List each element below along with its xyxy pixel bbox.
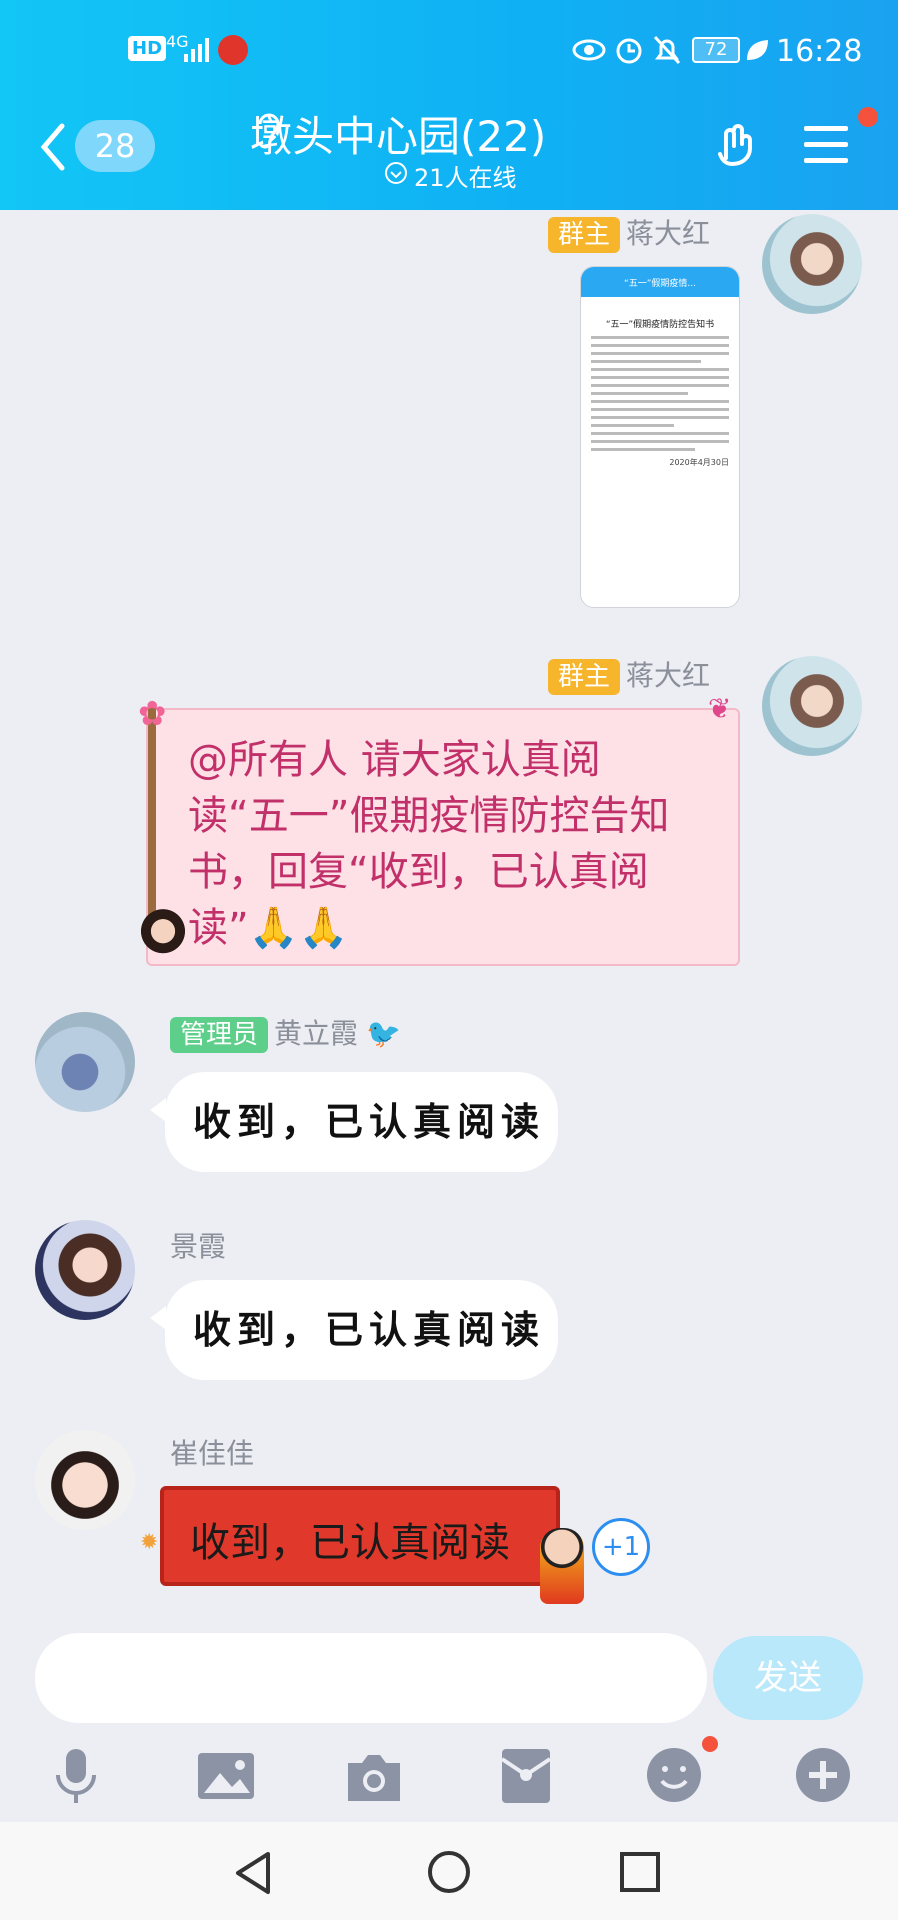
eye-icon: [572, 39, 606, 61]
avatar[interactable]: [762, 214, 862, 314]
emoji-notification-dot: [702, 1736, 718, 1752]
mic-icon[interactable]: [46, 1745, 106, 1805]
alarm-icon: [616, 38, 642, 64]
avatar[interactable]: [35, 1220, 135, 1320]
scroll-rod: [148, 702, 156, 922]
sticker-figure: [540, 1528, 584, 1604]
online-status-icon: [385, 162, 407, 184]
nav-home-icon[interactable]: [426, 1849, 472, 1895]
scroll-bubble[interactable]: 收到，已认真阅读: [160, 1486, 560, 1586]
camera-icon[interactable]: [344, 1745, 404, 1805]
sender-name: 黄立霞: [274, 1017, 359, 1050]
sender-line: 群主 蒋大红: [548, 212, 710, 253]
system-nav-bar: [0, 1822, 898, 1920]
image-doc-date: 2020年4月30日: [669, 458, 729, 467]
shared-image-message[interactable]: “五一”假期疫情... “五一”假期疫情防控告知书 2020年4月30日: [580, 266, 740, 608]
emoji-icon[interactable]: [644, 1745, 704, 1805]
sender-line: 管理员 黄立霞 🐦: [170, 1012, 401, 1053]
sender-name: 蒋大红: [626, 659, 711, 692]
back-arrow-icon[interactable]: [38, 122, 68, 172]
plus-one-button[interactable]: +1: [592, 1518, 650, 1576]
flower-decoration-icon: ✿: [138, 694, 167, 734]
signal-icon: [184, 38, 209, 62]
app-notification-icon: [218, 35, 248, 65]
image-icon[interactable]: [196, 1745, 256, 1805]
menu-notification-dot: [858, 107, 878, 127]
sender-name: 蒋大红: [626, 217, 711, 250]
nav-back-icon[interactable]: [232, 1850, 276, 1896]
owner-tag: 群主: [548, 659, 621, 695]
message-bubble[interactable]: 收到，已认真阅读: [165, 1072, 558, 1172]
sender-name: 景霞: [170, 1230, 227, 1263]
plus-icon[interactable]: [793, 1745, 853, 1805]
bird-badge-icon: 🐦: [366, 1017, 401, 1050]
bubble-tail: [150, 1098, 166, 1122]
message-bubble[interactable]: 收到，已认真阅读: [165, 1280, 558, 1380]
announcement-text: @所有人 请大家认真阅读“五一”假期疫情防控告知书，回复“收到，已认真阅读”🙏🙏: [188, 737, 670, 951]
hand-gesture-icon[interactable]: [712, 118, 764, 172]
butterfly-decoration-icon: ❦: [708, 692, 732, 725]
avatar[interactable]: [35, 1012, 135, 1112]
image-doc-lines: [591, 336, 729, 451]
sender-name: 崔佳佳: [170, 1437, 255, 1470]
mute-bell-icon: [653, 35, 681, 65]
bubble-tail: [150, 1306, 166, 1330]
red-packet-icon[interactable]: [496, 1745, 556, 1805]
sticker-avatar: [138, 906, 188, 962]
battery-indicator: 72: [692, 37, 740, 63]
menu-icon[interactable]: [802, 122, 850, 168]
announcement-bubble[interactable]: @所有人 请大家认真阅读“五一”假期疫情防控告知书，回复“收到，已认真阅读”🙏🙏: [146, 702, 740, 966]
image-doc-title: “五一”假期疫情防控告知书: [605, 320, 715, 330]
group-title: 墩头中心园(22): [250, 112, 547, 161]
unread-count-badge[interactable]: 28: [75, 120, 155, 172]
nav-recents-icon[interactable]: [618, 1850, 662, 1894]
sender-line: 群主 蒋大红: [548, 654, 710, 695]
sparkle-icon: ✹: [140, 1530, 159, 1555]
hd-icon: HD: [128, 36, 167, 61]
message-text: 收到，已认真阅读: [190, 1520, 510, 1566]
avatar[interactable]: [762, 656, 862, 756]
leaf-icon: [747, 40, 768, 60]
send-button[interactable]: 发送: [713, 1636, 863, 1720]
status-time: 16:28: [776, 34, 863, 69]
message-input[interactable]: [35, 1633, 707, 1723]
avatar[interactable]: [35, 1430, 135, 1530]
image-tab-title: “五一”假期疫情...: [581, 267, 739, 297]
owner-tag: 群主: [548, 217, 621, 253]
chat-header: HD 4G 72 16:28 28 墩头中心园(22) 21人在线: [0, 0, 898, 210]
admin-tag: 管理员: [170, 1017, 269, 1053]
online-count: 21人在线: [414, 164, 517, 192]
